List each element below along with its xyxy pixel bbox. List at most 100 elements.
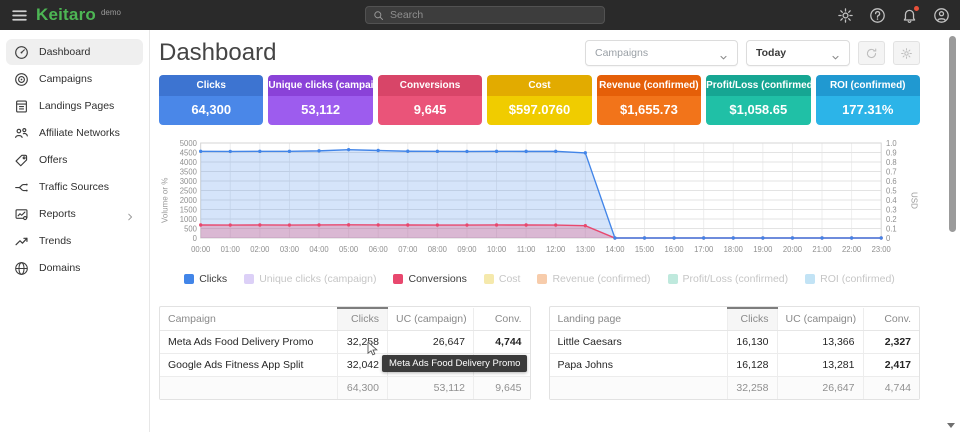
table-row[interactable]: Papa Johns16,12813,2812,417	[550, 354, 920, 377]
sidebar-item-campaigns[interactable]: Campaigns	[6, 66, 143, 92]
legend-item-unique-clicks-campaign-[interactable]: Unique clicks (campaign)	[244, 273, 376, 285]
page-header: Dashboard Campaigns Today	[159, 30, 920, 75]
svg-text:0.9: 0.9	[886, 148, 897, 157]
column-header-clicks[interactable]: Clicks	[727, 308, 777, 331]
svg-text:01:00: 01:00	[221, 245, 241, 254]
dashboard-settings-button[interactable]	[893, 41, 920, 65]
search-input[interactable]	[390, 9, 597, 21]
stat-card-revenue: Revenue (confirmed)$1,655.73	[597, 75, 701, 125]
svg-text:23:00: 23:00	[872, 245, 892, 254]
svg-text:05:00: 05:00	[339, 245, 359, 254]
total-cell: 26,647	[777, 377, 863, 400]
sidebar-item-offers[interactable]: Offers	[6, 147, 143, 173]
sidebar-item-label: Offers	[39, 154, 67, 166]
trends-icon	[14, 234, 29, 249]
menu-icon[interactable]	[4, 0, 34, 30]
stat-cards-row: Clicks64,300Unique clicks (campaign)53,1…	[159, 75, 920, 125]
svg-text:0.6: 0.6	[886, 177, 897, 186]
legend-swatch	[537, 274, 547, 284]
sidebar-item-label: Reports	[39, 208, 76, 220]
reports-icon	[14, 207, 29, 222]
topbar: Keitaro demo	[0, 0, 960, 30]
column-header-uc-campaign-[interactable]: UC (campaign)	[777, 308, 863, 331]
legend-swatch	[805, 274, 815, 284]
legend-item-roi-confirmed-[interactable]: ROI (confirmed)	[805, 273, 895, 285]
sidebar-item-reports[interactable]: Reports	[6, 201, 143, 227]
svg-text:1000: 1000	[180, 215, 198, 224]
gear-icon	[900, 47, 913, 60]
campaigns-filter-select[interactable]: Campaigns	[585, 40, 738, 66]
svg-text:03:00: 03:00	[280, 245, 300, 254]
chevron-right-icon	[125, 209, 135, 219]
scrollbar-down-arrow-icon[interactable]	[947, 423, 955, 428]
traffic-chart: Volume or % 0500100015002000250030003500…	[159, 136, 920, 264]
stat-card-value: $1,655.73	[597, 96, 701, 125]
sidebar-item-domains[interactable]: Domains	[6, 255, 143, 281]
account-icon[interactable]	[933, 7, 950, 24]
campaigns-icon	[14, 72, 29, 87]
stat-card-label: Unique clicks (campaign)	[268, 75, 372, 96]
search-box[interactable]	[365, 6, 605, 24]
legend-item-clicks[interactable]: Clicks	[184, 273, 227, 285]
help-icon[interactable]	[869, 7, 886, 24]
stat-card-roi: ROI (confirmed)177.31%	[816, 75, 920, 125]
row-name-cell: Papa Johns	[550, 354, 728, 377]
legend-swatch	[244, 274, 254, 284]
sidebar-item-landings-pages[interactable]: Landings Pages	[6, 93, 143, 119]
sidebar-item-traffic-sources[interactable]: Traffic Sources	[6, 174, 143, 200]
stat-card-label: Revenue (confirmed)	[597, 75, 701, 96]
notifications-icon[interactable]	[901, 7, 918, 24]
legend-item-profit-loss-confirmed-[interactable]: Profit/Loss (confirmed)	[668, 273, 789, 285]
column-header-campaign[interactable]: Campaign	[160, 308, 338, 331]
svg-text:4000: 4000	[180, 158, 198, 167]
svg-text:08:00: 08:00	[428, 245, 448, 254]
svg-text:0.7: 0.7	[886, 167, 897, 176]
gear-icon[interactable]	[837, 7, 854, 24]
svg-text:06:00: 06:00	[369, 245, 389, 254]
column-header-clicks[interactable]: Clicks	[338, 308, 388, 331]
table-row[interactable]: Little Caesars16,13013,3662,327	[550, 331, 920, 354]
domains-icon	[14, 261, 29, 276]
campaigns-filter-label: Campaigns	[595, 47, 648, 59]
svg-text:09:00: 09:00	[457, 245, 477, 254]
legend-item-revenue-confirmed-[interactable]: Revenue (confirmed)	[537, 273, 650, 285]
sidebar-item-label: Landings Pages	[39, 100, 114, 112]
row-value-cell: 32,042	[338, 354, 388, 377]
sidebar-item-trends[interactable]: Trends	[6, 228, 143, 254]
table-row[interactable]: Meta Ads Food Delivery Promo32,25826,647…	[160, 331, 530, 354]
legend-item-cost[interactable]: Cost	[484, 273, 521, 285]
column-header-uc-campaign-[interactable]: UC (campaign)	[388, 308, 474, 331]
offers-icon	[14, 153, 29, 168]
stat-card-value: $597.0760	[487, 96, 591, 125]
svg-text:1500: 1500	[180, 205, 198, 214]
scrollbar-thumb[interactable]	[949, 36, 956, 232]
column-header-conv-[interactable]: Conv.	[474, 308, 530, 331]
column-header-conv-[interactable]: Conv.	[863, 308, 919, 331]
svg-text:19:00: 19:00	[753, 245, 773, 254]
svg-text:0.5: 0.5	[886, 186, 897, 195]
date-range-select[interactable]: Today	[746, 40, 850, 66]
legend-label: Clicks	[199, 273, 227, 285]
sidebar-item-label: Trends	[39, 235, 71, 247]
app-logo-badge: demo	[101, 8, 121, 17]
stat-card-conversions: Conversions9,645	[378, 75, 482, 125]
stat-card-value: $1,058.65	[706, 96, 810, 125]
svg-text:21:00: 21:00	[812, 245, 832, 254]
svg-text:3000: 3000	[180, 177, 198, 186]
refresh-button[interactable]	[858, 41, 885, 65]
refresh-icon	[865, 47, 878, 60]
svg-text:04:00: 04:00	[309, 245, 329, 254]
app-logo[interactable]: Keitaro	[36, 5, 96, 25]
svg-text:18:00: 18:00	[724, 245, 744, 254]
svg-text:0: 0	[886, 234, 891, 243]
svg-text:11:00: 11:00	[517, 245, 536, 254]
sidebar-item-affiliate-networks[interactable]: Affiliate Networks	[6, 120, 143, 146]
sidebar-item-dashboard[interactable]: Dashboard	[6, 39, 143, 65]
column-header-landing-page[interactable]: Landing page	[550, 308, 728, 331]
legend-item-conversions[interactable]: Conversions	[393, 273, 466, 285]
stat-card-label: ROI (confirmed)	[816, 75, 920, 96]
legend-swatch	[484, 274, 494, 284]
row-value-cell: 16,130	[727, 331, 777, 354]
row-name-cell: Google Ads Fitness App Split	[160, 354, 338, 377]
svg-text:13:00: 13:00	[576, 245, 596, 254]
